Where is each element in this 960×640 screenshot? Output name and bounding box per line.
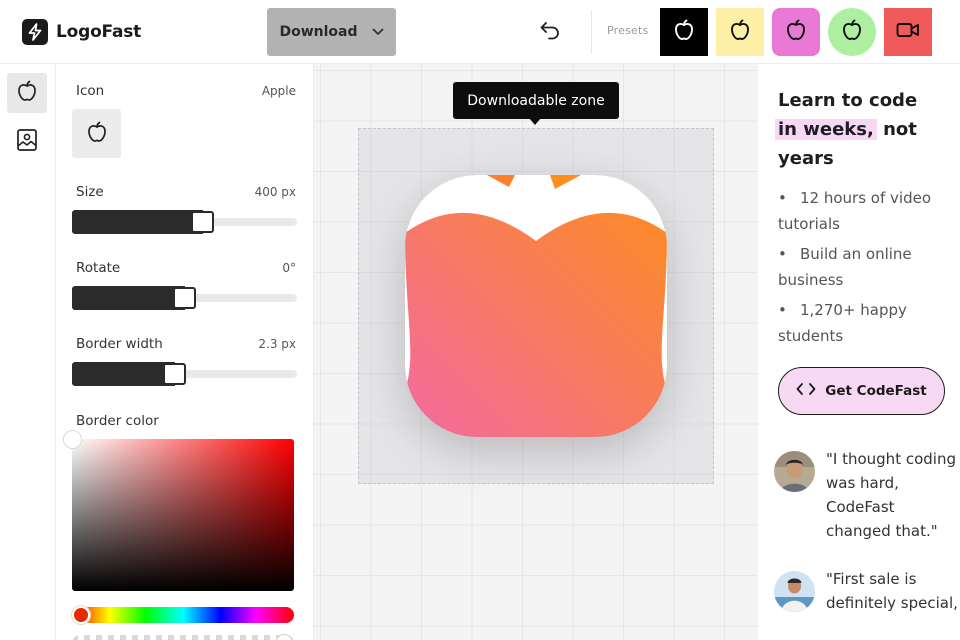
testimonial-quote: "First sale is definitely special, — [826, 570, 958, 612]
editor-canvas[interactable]: Downloadable zone — [314, 64, 758, 640]
alpha-slider-handle[interactable] — [275, 634, 293, 640]
download-label: Download — [279, 24, 358, 40]
size-slider[interactable] — [72, 210, 297, 234]
apple-icon — [728, 18, 752, 46]
slider-fill — [72, 210, 203, 234]
color-picker-handle[interactable] — [63, 430, 82, 449]
rotate-slider[interactable] — [72, 286, 297, 310]
bullet-dot: • — [778, 189, 787, 207]
hue-slider-handle[interactable] — [72, 606, 90, 624]
icon-picker-button[interactable] — [72, 109, 121, 158]
header-divider — [591, 10, 592, 54]
preset-green[interactable] — [828, 8, 876, 56]
cta-label: Get CodeFast — [825, 383, 927, 399]
preset-red[interactable] — [884, 8, 932, 56]
presets-label: Presets — [607, 24, 649, 37]
promo-bullets: • 12 hours of video tutorials • Build an on… — [778, 185, 956, 353]
lightning-icon — [22, 19, 48, 45]
promo-heading-highlight: in weeks, — [775, 119, 877, 140]
logo-preview[interactable] — [405, 175, 667, 437]
chevron-down-icon — [372, 24, 384, 40]
preset-pink[interactable] — [772, 8, 820, 56]
image-icon — [16, 128, 38, 156]
downloadable-zone-tooltip: Downloadable zone — [453, 82, 619, 119]
bullet-dot: • — [778, 245, 787, 263]
slider-fill — [72, 362, 175, 386]
rotate-label: Rotate — [76, 260, 121, 276]
tooltip-arrow — [529, 118, 541, 125]
slider-fill — [72, 286, 185, 310]
promo-heading-part1: Learn to code — [778, 90, 918, 111]
promo-bullet-text: 12 hours of video tutorials — [778, 189, 931, 233]
preset-yellow[interactable] — [716, 8, 764, 56]
apple-icon — [85, 120, 109, 148]
border-color-label: Border color — [76, 413, 159, 429]
code-icon — [796, 382, 816, 400]
slider-thumb[interactable] — [191, 211, 214, 233]
promo-bullet: • 12 hours of video tutorials — [778, 185, 956, 237]
video-icon — [896, 21, 920, 43]
undo-button[interactable] — [535, 18, 565, 46]
avatar — [774, 451, 815, 492]
tool-rail — [0, 64, 56, 640]
border-width-label: Border width — [76, 336, 163, 352]
apple-icon — [840, 18, 864, 46]
app-header: LogoFast Download Presets — [0, 0, 960, 64]
icon-value: Apple — [261, 84, 296, 98]
border-width-slider[interactable] — [72, 362, 297, 386]
avatar — [774, 571, 815, 612]
color-saturation-picker[interactable] — [72, 439, 294, 591]
size-value: 400 px — [254, 185, 296, 199]
promo-bullet: • Build an online business — [778, 241, 956, 293]
rail-tab-background[interactable] — [7, 122, 47, 162]
apple-icon — [15, 79, 39, 107]
alpha-slider[interactable] — [72, 635, 294, 640]
promo-panel: Learn to code in weeks, not years • 12 ho… — [758, 64, 960, 640]
get-codefast-button[interactable]: Get CodeFast — [778, 367, 945, 415]
download-button[interactable]: Download — [267, 8, 396, 56]
rail-tab-icon[interactable] — [7, 73, 47, 113]
promo-bullet: • 1,270+ happy students — [778, 297, 956, 349]
hue-slider[interactable] — [72, 607, 294, 623]
app-name: LogoFast — [56, 22, 142, 42]
size-label: Size — [76, 184, 104, 200]
preset-black[interactable] — [660, 8, 708, 56]
logo[interactable]: LogoFast — [22, 19, 141, 45]
undo-icon — [539, 20, 561, 44]
slider-thumb[interactable] — [163, 363, 186, 385]
testimonial-quote: "I thought coding was hard, CodeFast cha… — [826, 450, 956, 540]
icon-label: Icon — [76, 83, 105, 99]
rotate-value: 0° — [282, 261, 296, 275]
apple-icon — [784, 18, 808, 46]
bullet-dot: • — [778, 301, 787, 319]
slider-thumb[interactable] — [173, 287, 196, 309]
promo-heading: Learn to code in weeks, not years — [775, 86, 958, 173]
border-width-value: 2.3 px — [258, 337, 296, 351]
settings-panel: Icon Apple Size 400 px Rotate 0° Border … — [56, 64, 314, 640]
apple-icon — [672, 18, 696, 46]
